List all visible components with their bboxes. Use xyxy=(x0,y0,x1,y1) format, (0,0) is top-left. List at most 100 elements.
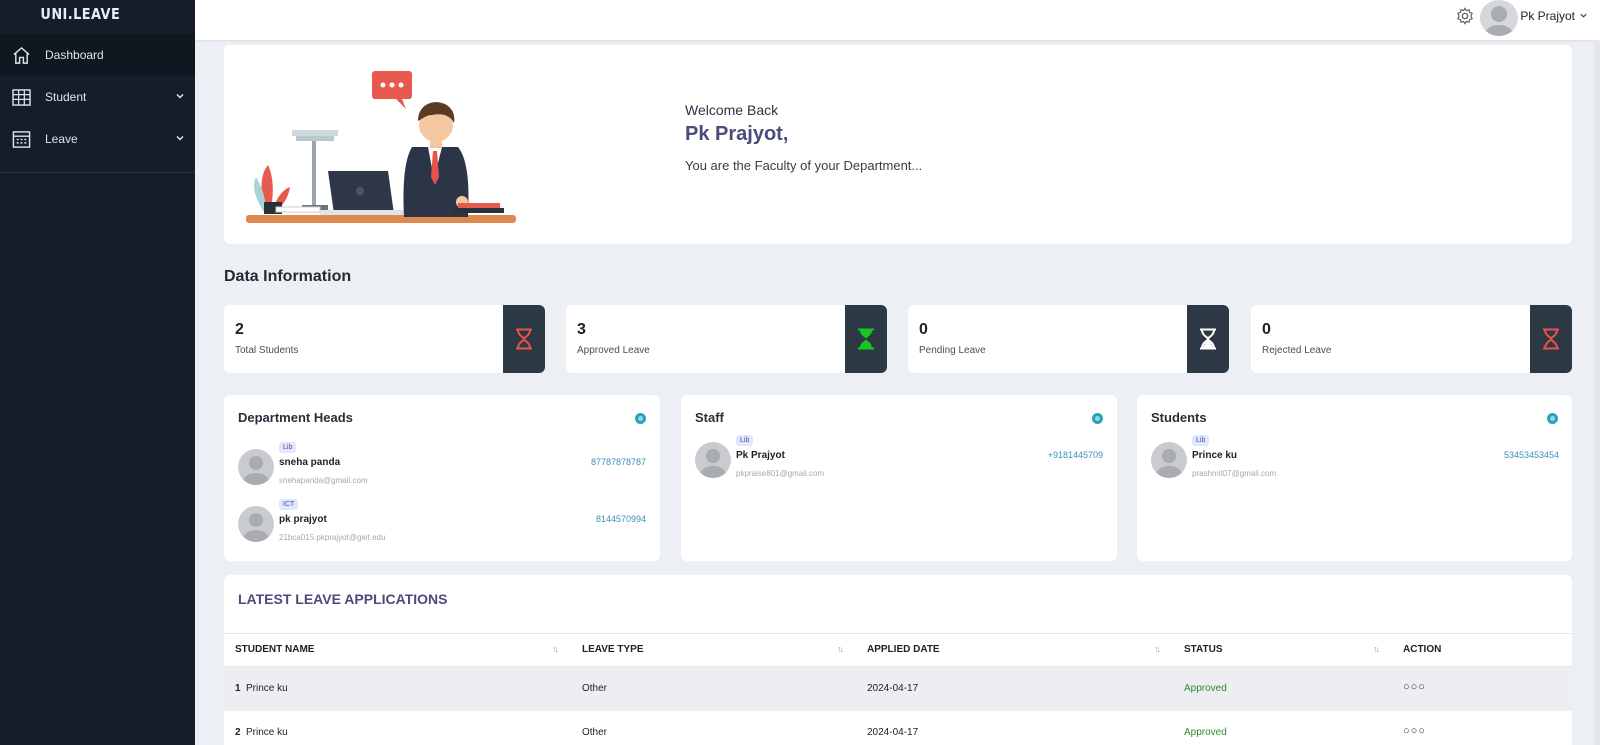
sort-icon[interactable]: ↑↓ xyxy=(837,644,844,654)
staff-card: Staff Lib Pk Prajyot pkpraise801@gmail.c… xyxy=(681,395,1117,561)
welcome-illustration xyxy=(246,71,516,223)
more-options-icon[interactable]: ○○○ xyxy=(1403,725,1426,737)
stat-card-pending-leave[interactable]: 0 Pending Leave xyxy=(908,305,1229,373)
list-item[interactable]: ICT pk prajyot 21bca015.pkprajyot@giet.e… xyxy=(238,499,646,549)
person-email: 21bca015.pkprajyot@giet.edu xyxy=(279,533,386,542)
status-text: Approved xyxy=(1184,727,1227,738)
stat-card-total-students[interactable]: 2 Total Students xyxy=(224,305,545,373)
stat-value: 2 xyxy=(235,321,244,338)
sidebar-item-label: Dashboard xyxy=(45,48,104,62)
stat-value: 0 xyxy=(1262,321,1271,338)
grid-icon xyxy=(11,87,31,107)
person-email: prashmit07@gmail.com xyxy=(1192,469,1277,478)
person-name: sneha panda xyxy=(279,457,341,468)
sidebar-item-dashboard[interactable]: Dashboard xyxy=(0,34,195,76)
calendar-icon xyxy=(11,129,31,149)
person-name: Prince ku xyxy=(1192,450,1238,461)
stat-label: Pending Leave xyxy=(919,345,986,356)
welcome-user-name: Pk Prajyot, xyxy=(685,123,789,145)
stat-value: 0 xyxy=(919,321,928,338)
list-item[interactable]: Lib Prince ku prashmit07@gmail.com 53453… xyxy=(1151,435,1559,485)
department-badge: Lib xyxy=(1192,435,1210,446)
home-icon xyxy=(11,45,31,65)
hourglass-icon xyxy=(503,305,545,373)
user-name: Pk Prajyot xyxy=(1520,9,1575,23)
stat-value: 3 xyxy=(577,321,586,338)
sort-icon[interactable]: ↑↓ xyxy=(1373,644,1380,654)
list-item[interactable]: Lib sneha panda snehapanda@gmail.com 877… xyxy=(238,442,646,492)
welcome-subtitle: You are the Faculty of your Department..… xyxy=(685,158,923,173)
department-badge: ICT xyxy=(279,499,299,510)
column-header-student-name[interactable]: STUDENT NAME xyxy=(235,644,314,655)
leave-type: Other xyxy=(582,727,608,738)
students-card: Students Lib Prince ku prashmit07@gmail.… xyxy=(1137,395,1572,561)
row-index: 2 xyxy=(235,727,241,738)
leave-applications-card: LATEST LEAVE APPLICATIONS STUDENT NAME ↑… xyxy=(224,575,1572,745)
sort-icon[interactable]: ↑↓ xyxy=(552,644,559,654)
avatar[interactable] xyxy=(1480,0,1518,36)
person-phone[interactable]: 53453453454 xyxy=(1504,450,1559,460)
avatar xyxy=(1151,442,1187,478)
applied-date: 2024-04-17 xyxy=(867,683,919,694)
table-header: STUDENT NAME ↑↓ LEAVE TYPE ↑↓ APPLIED DA… xyxy=(224,633,1572,667)
chevron-down-icon xyxy=(175,132,185,146)
more-options-icon[interactable]: ○○○ xyxy=(1403,681,1426,693)
card-title: Students xyxy=(1151,410,1207,425)
stat-label: Total Students xyxy=(235,345,299,356)
student-name: Prince ku xyxy=(246,727,288,738)
table-row[interactable]: 1 Prince ku Other 2024-04-17 Approved ○○… xyxy=(224,667,1572,711)
hourglass-icon xyxy=(845,305,887,373)
person-name: pk prajyot xyxy=(279,514,327,525)
welcome-card: Welcome Back Pk Prajyot, You are the Fac… xyxy=(224,45,1572,244)
department-badge: Lib xyxy=(736,435,754,446)
row-index: 1 xyxy=(235,683,241,694)
hourglass-icon xyxy=(1187,305,1229,373)
person-phone[interactable]: +9181445709 xyxy=(1048,450,1103,460)
user-menu[interactable]: Pk Prajyot xyxy=(1520,9,1588,23)
applied-date: 2024-04-17 xyxy=(867,727,919,738)
stat-card-approved-leave[interactable]: 3 Approved Leave xyxy=(566,305,887,373)
welcome-greeting: Welcome Back xyxy=(685,102,779,118)
sidebar-divider xyxy=(0,172,195,173)
sidebar-item-leave[interactable]: Leave xyxy=(0,118,195,160)
card-title: LATEST LEAVE APPLICATIONS xyxy=(238,591,448,607)
status-dot-icon[interactable] xyxy=(1547,413,1558,424)
scrollbar[interactable] xyxy=(1594,40,1600,745)
chevron-down-icon xyxy=(175,90,185,104)
leave-type: Other xyxy=(582,683,608,694)
sidebar: UNI.LEAVE Dashboard Student Leave xyxy=(0,0,195,745)
person-email: pkpraise801@gmail.com xyxy=(736,469,825,478)
status-text: Approved xyxy=(1184,683,1227,694)
sort-icon[interactable]: ↑↓ xyxy=(1154,644,1161,654)
sidebar-item-label: Leave xyxy=(45,132,78,146)
status-dot-icon[interactable] xyxy=(635,413,646,424)
topbar: Pk Prajyot xyxy=(195,0,1600,40)
section-title: Data Information xyxy=(224,268,352,285)
avatar xyxy=(238,449,274,485)
department-heads-card: Department Heads Lib sneha panda snehapa… xyxy=(224,395,660,561)
chevron-down-icon xyxy=(1579,9,1588,23)
column-header-action: ACTION xyxy=(1403,644,1442,655)
person-phone[interactable]: 8144570994 xyxy=(596,514,646,524)
column-header-applied-date[interactable]: APPLIED DATE xyxy=(867,644,940,655)
gear-icon[interactable] xyxy=(1456,7,1474,25)
table-row[interactable]: 2 Prince ku Other 2024-04-17 Approved ○○… xyxy=(224,711,1572,745)
stat-label: Approved Leave xyxy=(577,345,650,356)
stat-card-rejected-leave[interactable]: 0 Rejected Leave xyxy=(1251,305,1572,373)
column-header-status[interactable]: STATUS xyxy=(1184,644,1223,655)
column-header-leave-type[interactable]: LEAVE TYPE xyxy=(582,644,644,655)
person-name: Pk Prajyot xyxy=(736,450,785,461)
person-phone[interactable]: 87787878787 xyxy=(591,457,646,467)
status-dot-icon[interactable] xyxy=(1092,413,1103,424)
department-badge: Lib xyxy=(279,442,297,453)
hourglass-icon xyxy=(1530,305,1572,373)
person-email: snehapanda@gmail.com xyxy=(279,476,368,485)
stat-label: Rejected Leave xyxy=(1262,345,1332,356)
card-title: Department Heads xyxy=(238,410,353,425)
avatar xyxy=(238,506,274,542)
list-item[interactable]: Lib Pk Prajyot pkpraise801@gmail.com +91… xyxy=(695,435,1103,485)
sidebar-item-student[interactable]: Student xyxy=(0,76,195,118)
avatar xyxy=(695,442,731,478)
app-logo[interactable]: UNI.LEAVE xyxy=(0,0,168,34)
student-name: Prince ku xyxy=(246,683,288,694)
